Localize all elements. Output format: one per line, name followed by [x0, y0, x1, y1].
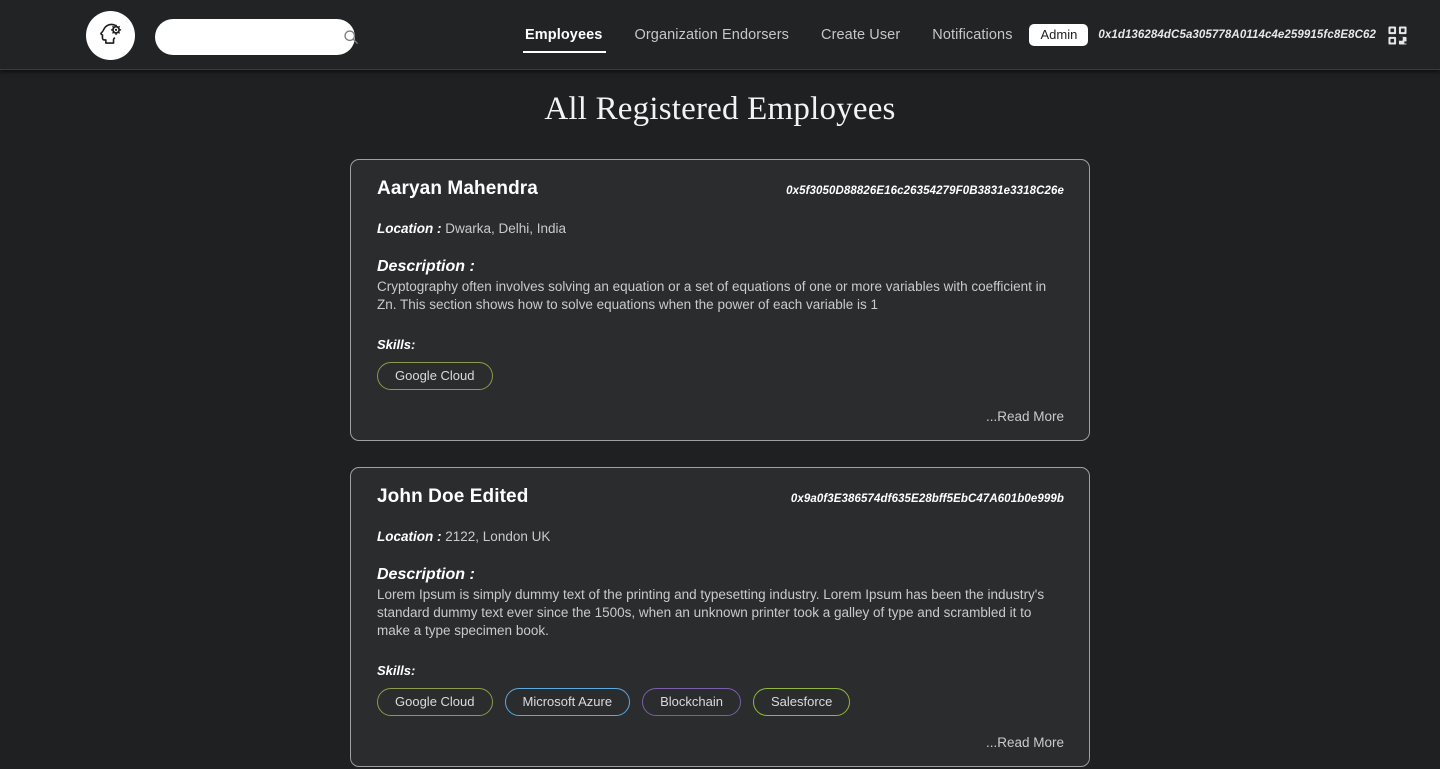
wallet-address: 0x1d136284dC5a305778A0114c4e259915fc8E8C… [1098, 29, 1376, 41]
app-logo[interactable] [86, 11, 135, 60]
employee-name: Aaryan Mahendra [377, 178, 538, 199]
skills-label: Skills: [377, 336, 416, 352]
employee-skills-list: Google Cloud [377, 361, 1064, 390]
employee-skills-block: Skills: Google Cloud [377, 337, 1064, 390]
qr-code-icon[interactable] [1388, 25, 1407, 45]
nav-item-notifications[interactable]: Notifications [916, 0, 1028, 70]
employee-wallet-address: 0x5f3050D88826E16c26354279F0B3831e3318C2… [786, 185, 1064, 197]
employee-skills-list: Google Cloud Microsoft Azure Blockchain … [377, 687, 1064, 716]
skill-chip[interactable]: Microsoft Azure [504, 687, 631, 716]
employee-description-block: Description : Lorem Ipsum is simply dumm… [377, 566, 1064, 641]
employee-card-header: John Doe Edited 0x9a0f3E386574df635E28bf… [377, 486, 1064, 508]
employee-description: Cryptography often involves solving an e… [377, 279, 1047, 313]
location-label: Location : [377, 221, 442, 236]
description-label: Description : [377, 258, 475, 276]
location-label: Location : [377, 528, 442, 544]
employee-card-header: Aaryan Mahendra 0x5f3050D88826E16c263542… [377, 178, 1064, 200]
read-more-link[interactable]: ...Read More [986, 735, 1064, 750]
employee-card[interactable]: Aaryan Mahendra 0x5f3050D88826E16c263542… [350, 159, 1090, 441]
skills-label: Skills: [377, 662, 416, 678]
top-header-bar: Employees Organization Endorsers Create … [0, 0, 1440, 70]
main-navigation: Employees Organization Endorsers Create … [511, 0, 1029, 70]
account-area: Admin 0x1d136284dC5a305778A0114c4e259915… [1029, 0, 1407, 70]
description-label: Description : [377, 565, 475, 583]
employee-skills-block: Skills: Google Cloud Microsoft Azure Blo… [377, 663, 1064, 716]
read-more-row: ...Read More [377, 734, 1064, 752]
head-gear-logo-icon [96, 18, 126, 53]
nav-item-create-user[interactable]: Create User [805, 0, 916, 70]
employee-card-list: Aaryan Mahendra 0x5f3050D88826E16c263542… [0, 159, 1440, 767]
employee-card[interactable]: John Doe Edited 0x9a0f3E386574df635E28bf… [350, 466, 1090, 767]
employee-location-row: Location : Dwarka, Delhi, India [377, 220, 1064, 238]
skill-chip[interactable]: Blockchain [642, 687, 741, 716]
employee-location-row: Location : 2122, London UK [377, 528, 1064, 546]
read-more-link[interactable]: ...Read More [986, 409, 1064, 424]
employee-name: John Doe Edited [377, 485, 529, 507]
search-input[interactable] [167, 19, 343, 55]
role-badge-admin[interactable]: Admin [1029, 24, 1089, 46]
skill-chip[interactable]: Google Cloud [377, 361, 493, 390]
page-title: All Registered Employees [544, 91, 896, 127]
employee-description: Lorem Ipsum is simply dummy text of the … [377, 586, 1045, 639]
employee-location: 2122, London UK [445, 528, 551, 544]
skill-chip[interactable]: Salesforce [752, 687, 851, 716]
nav-item-employees[interactable]: Employees [511, 0, 618, 70]
search-icon[interactable] [343, 29, 359, 45]
nav-item-organization-endorsers[interactable]: Organization Endorsers [618, 0, 805, 70]
read-more-row: ...Read More [377, 408, 1064, 426]
search-box[interactable] [155, 19, 358, 55]
employee-location: Dwarka, Delhi, India [445, 221, 567, 236]
main-content: All Registered Employees Aaryan Mahendra… [0, 91, 1440, 767]
employee-wallet-address: 0x9a0f3E386574df635E28bff5EbC47A601b0e99… [790, 492, 1064, 505]
employee-description-block: Description : Cryptography often involve… [377, 258, 1064, 314]
skill-chip[interactable]: Google Cloud [377, 687, 493, 716]
